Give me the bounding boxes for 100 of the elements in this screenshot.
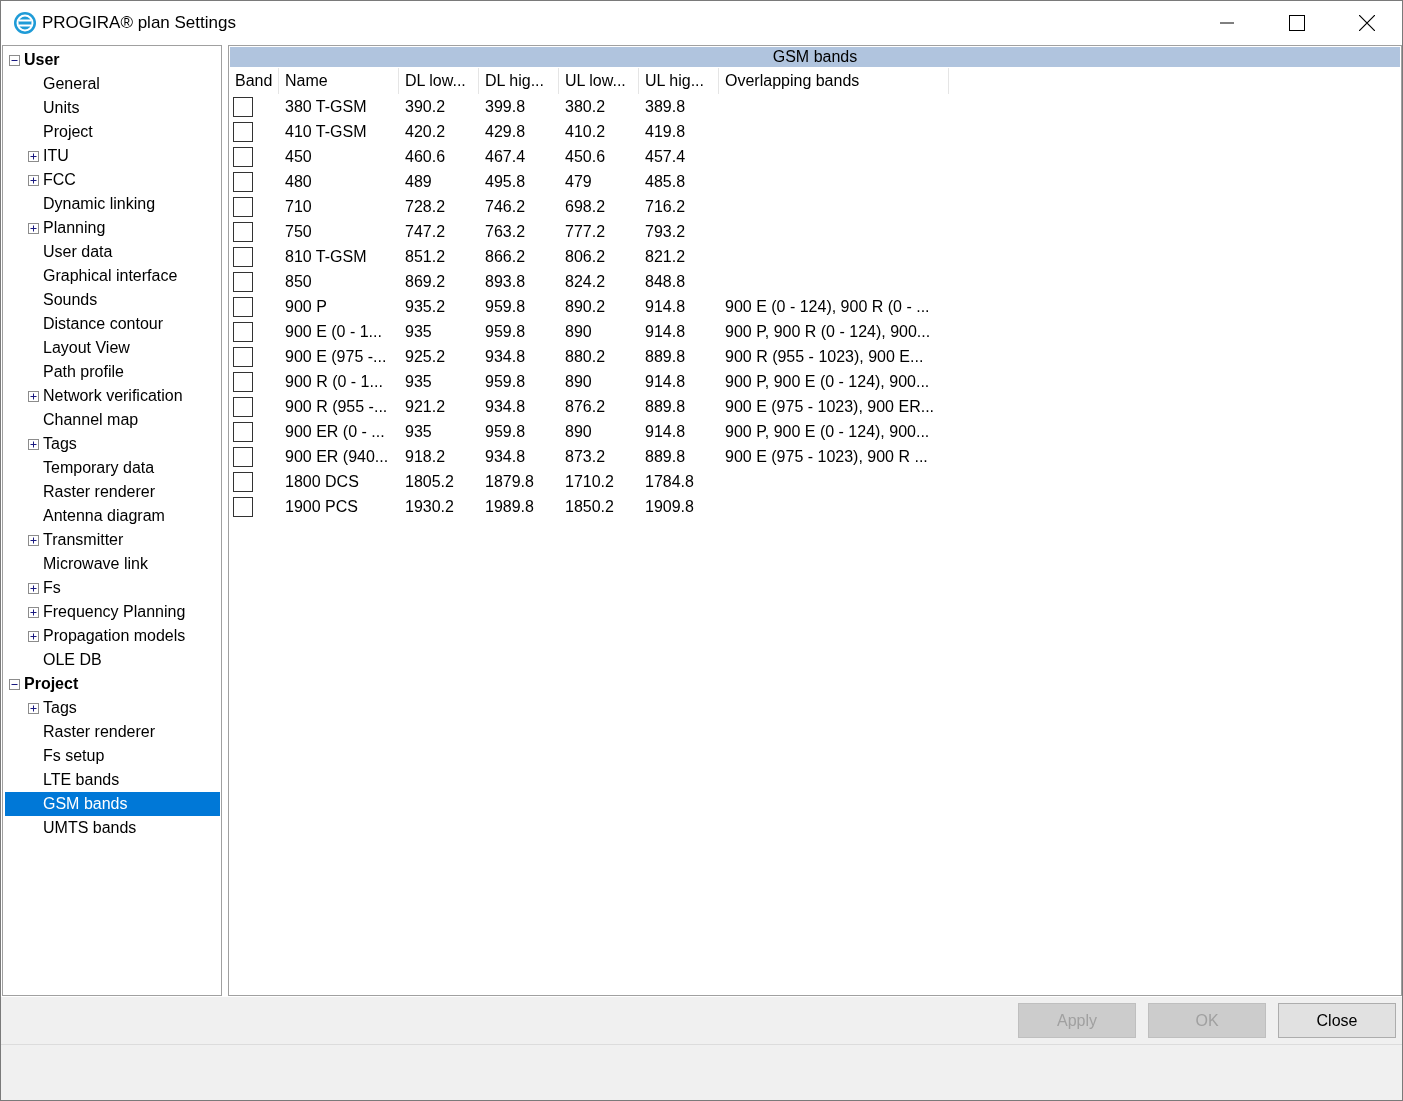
column-header[interactable]: UL low... (559, 68, 639, 94)
expand-icon[interactable] (28, 630, 39, 642)
band-checkbox[interactable] (233, 196, 253, 217)
band-checkbox[interactable] (233, 446, 253, 467)
tree-item[interactable]: Distance contour (43, 312, 164, 336)
table-cell-text: 900 E (975 - 1023), 900 R ... (725, 446, 928, 467)
expand-icon[interactable] (28, 702, 39, 714)
table-cell-text: 479 (565, 171, 592, 192)
tree-item[interactable]: User (24, 48, 60, 72)
band-checkbox[interactable] (233, 171, 253, 192)
table-cell-text: 914.8 (645, 371, 686, 392)
expand-icon[interactable] (28, 438, 39, 450)
band-checkbox[interactable] (233, 221, 253, 242)
band-checkbox[interactable] (233, 321, 253, 342)
table-cell-text: 890 (565, 421, 592, 442)
tree-item[interactable]: Transmitter (43, 528, 124, 552)
tree-item[interactable]: Graphical interface (43, 264, 178, 288)
table-cell-text: 921.2 (405, 396, 446, 417)
tree-item[interactable]: Tags (43, 696, 77, 720)
tree-item[interactable]: Dynamic linking (43, 192, 156, 216)
tree-item[interactable]: OLE DB (43, 648, 102, 672)
table-cell-text: 1805.2 (405, 471, 454, 492)
tree-item[interactable]: Antenna diagram (43, 504, 165, 528)
table-cell-text: 495.8 (485, 171, 526, 192)
collapse-icon[interactable] (9, 54, 20, 66)
table-cell-text: 380.2 (565, 96, 606, 117)
tree-item[interactable]: Raster renderer (43, 480, 156, 504)
tree-item[interactable]: Tags (43, 432, 77, 456)
table-cell-text: 866.2 (485, 246, 526, 267)
column-header[interactable]: DL hig... (479, 68, 559, 94)
tree-item[interactable]: General (43, 72, 100, 96)
band-checkbox[interactable] (233, 371, 253, 392)
table-cell-text: 390.2 (405, 96, 446, 117)
column-header[interactable]: DL low... (399, 68, 479, 94)
table-cell-text: 698.2 (565, 196, 606, 217)
table-cell-text: 380 T-GSM (285, 96, 367, 117)
table-cell-text: 763.2 (485, 221, 526, 242)
table-cell-text: 1850.2 (565, 496, 614, 517)
table-cell-text: 890 (565, 321, 592, 342)
table-cell-text: 420.2 (405, 121, 446, 142)
expand-icon[interactable] (28, 150, 39, 162)
band-checkbox[interactable] (233, 146, 253, 167)
tree-item[interactable]: Fs setup (43, 744, 105, 768)
band-checkbox[interactable] (233, 296, 253, 317)
tree-item[interactable]: Propagation models (43, 624, 186, 648)
tree-item[interactable]: GSM bands (5, 792, 220, 816)
tree-item[interactable]: User data (43, 240, 113, 264)
tree-item[interactable]: Frequency Planning (43, 600, 186, 624)
table-cell-text: 900 P, 900 E (0 - 124), 900... (725, 421, 930, 442)
table-cell-text: 1710.2 (565, 471, 614, 492)
table-cell-text: 934.8 (485, 446, 526, 467)
expand-icon[interactable] (28, 174, 39, 186)
column-header[interactable]: Overlapping bands (719, 68, 949, 94)
column-header[interactable]: Name (279, 68, 399, 94)
tree-item[interactable]: Planning (43, 216, 106, 240)
band-checkbox[interactable] (233, 421, 253, 442)
collapse-icon[interactable] (9, 678, 20, 690)
band-checkbox[interactable] (233, 471, 253, 492)
tree-item[interactable]: Network verification (43, 384, 183, 408)
expand-icon[interactable] (28, 534, 39, 546)
table-cell-text: 746.2 (485, 196, 526, 217)
table-cell-text: 1800 DCS (285, 471, 359, 492)
expand-icon[interactable] (28, 582, 39, 594)
tree-item[interactable]: FCC (43, 168, 76, 192)
band-checkbox[interactable] (233, 396, 253, 417)
tree-item[interactable]: Project (43, 120, 93, 144)
band-checkbox[interactable] (233, 496, 253, 517)
tree-item[interactable]: Units (43, 96, 80, 120)
band-checkbox[interactable] (233, 96, 253, 117)
tree-item[interactable]: Layout View (43, 336, 130, 360)
table-cell-text: 1930.2 (405, 496, 454, 517)
column-header[interactable]: UL hig... (639, 68, 719, 94)
table-cell-text: 959.8 (485, 321, 526, 342)
table-cell-text: 485.8 (645, 171, 686, 192)
expand-icon[interactable] (28, 390, 39, 402)
tree-item[interactable]: Sounds (43, 288, 98, 312)
tree-item[interactable]: Channel map (43, 408, 139, 432)
tree-item[interactable]: ITU (43, 144, 69, 168)
expand-icon[interactable] (28, 606, 39, 618)
tree-item[interactable]: LTE bands (43, 768, 120, 792)
tree-item[interactable]: Project (24, 672, 79, 696)
table-cell-text: 935 (405, 371, 432, 392)
tree-item[interactable]: Path profile (43, 360, 124, 384)
expand-icon[interactable] (28, 222, 39, 234)
tree-item[interactable]: Fs (43, 576, 61, 600)
table-cell-text: 489 (405, 171, 432, 192)
tree-item[interactable]: Raster renderer (43, 720, 156, 744)
band-checkbox[interactable] (233, 246, 253, 267)
table-cell-text: 900 R (955 -... (285, 396, 388, 417)
dialog-button[interactable]: Close (1278, 1003, 1396, 1038)
band-checkbox[interactable] (233, 121, 253, 142)
band-checkbox[interactable] (233, 271, 253, 292)
tree-item[interactable]: Microwave link (43, 552, 148, 576)
column-header[interactable]: Band (229, 68, 279, 94)
tree-item[interactable]: Temporary data (43, 456, 155, 480)
table-cell-text: 824.2 (565, 271, 606, 292)
table-cell-text: 900 E (975 - 1023), 900 ER... (725, 396, 934, 417)
maximize-icon (1289, 15, 1305, 31)
band-checkbox[interactable] (233, 346, 253, 367)
tree-item[interactable]: UMTS bands (43, 816, 137, 840)
